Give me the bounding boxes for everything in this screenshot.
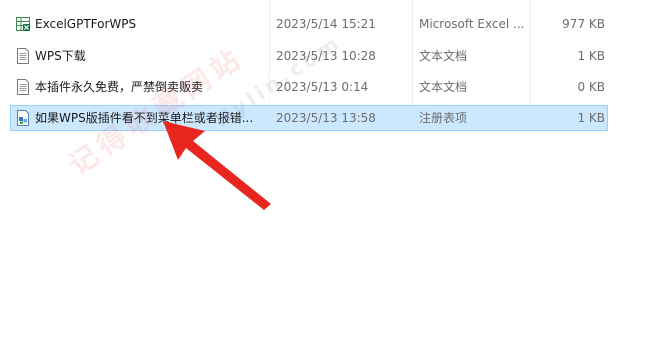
file-type: 注册表项 xyxy=(419,111,468,125)
file-size: 1 KB xyxy=(577,49,605,63)
text-file-icon xyxy=(15,79,31,95)
excel-addin-icon xyxy=(15,16,31,32)
file-row[interactable]: ExcelGPTForWPS 2023/5/14 15:21 Microsoft… xyxy=(10,11,608,37)
file-name: WPS下载 xyxy=(35,49,86,63)
file-date: 2023/5/13 13:58 xyxy=(276,111,376,125)
file-row[interactable]: WPS下载 2023/5/13 10:28 文本文档 1 KB xyxy=(10,43,608,69)
file-size: 977 KB xyxy=(562,17,605,31)
file-row-selected[interactable]: 如果WPS版插件看不到菜单栏或者报错... 2023/5/13 13:58 注册… xyxy=(10,105,608,131)
file-type: 文本文档 xyxy=(419,49,468,63)
file-date: 2023/5/13 0:14 xyxy=(276,80,369,94)
text-file-icon xyxy=(15,48,31,64)
file-name: ExcelGPTForWPS xyxy=(35,17,137,31)
registry-file-icon xyxy=(15,110,31,126)
file-name: 如果WPS版插件看不到菜单栏或者报错... xyxy=(35,111,254,125)
file-date: 2023/5/13 10:28 xyxy=(276,49,376,63)
file-row[interactable]: 本插件永久免费，严禁倒卖贩卖 2023/5/13 0:14 文本文档 0 KB xyxy=(10,74,608,100)
file-size: 1 KB xyxy=(577,111,605,125)
file-size: 0 KB xyxy=(577,80,605,94)
file-type: Microsoft Excel ... xyxy=(419,17,525,31)
file-date: 2023/5/14 15:21 xyxy=(276,17,376,31)
file-name: 本插件永久免费，严禁倒卖贩卖 xyxy=(35,80,204,94)
file-type: 文本文档 xyxy=(419,80,468,94)
